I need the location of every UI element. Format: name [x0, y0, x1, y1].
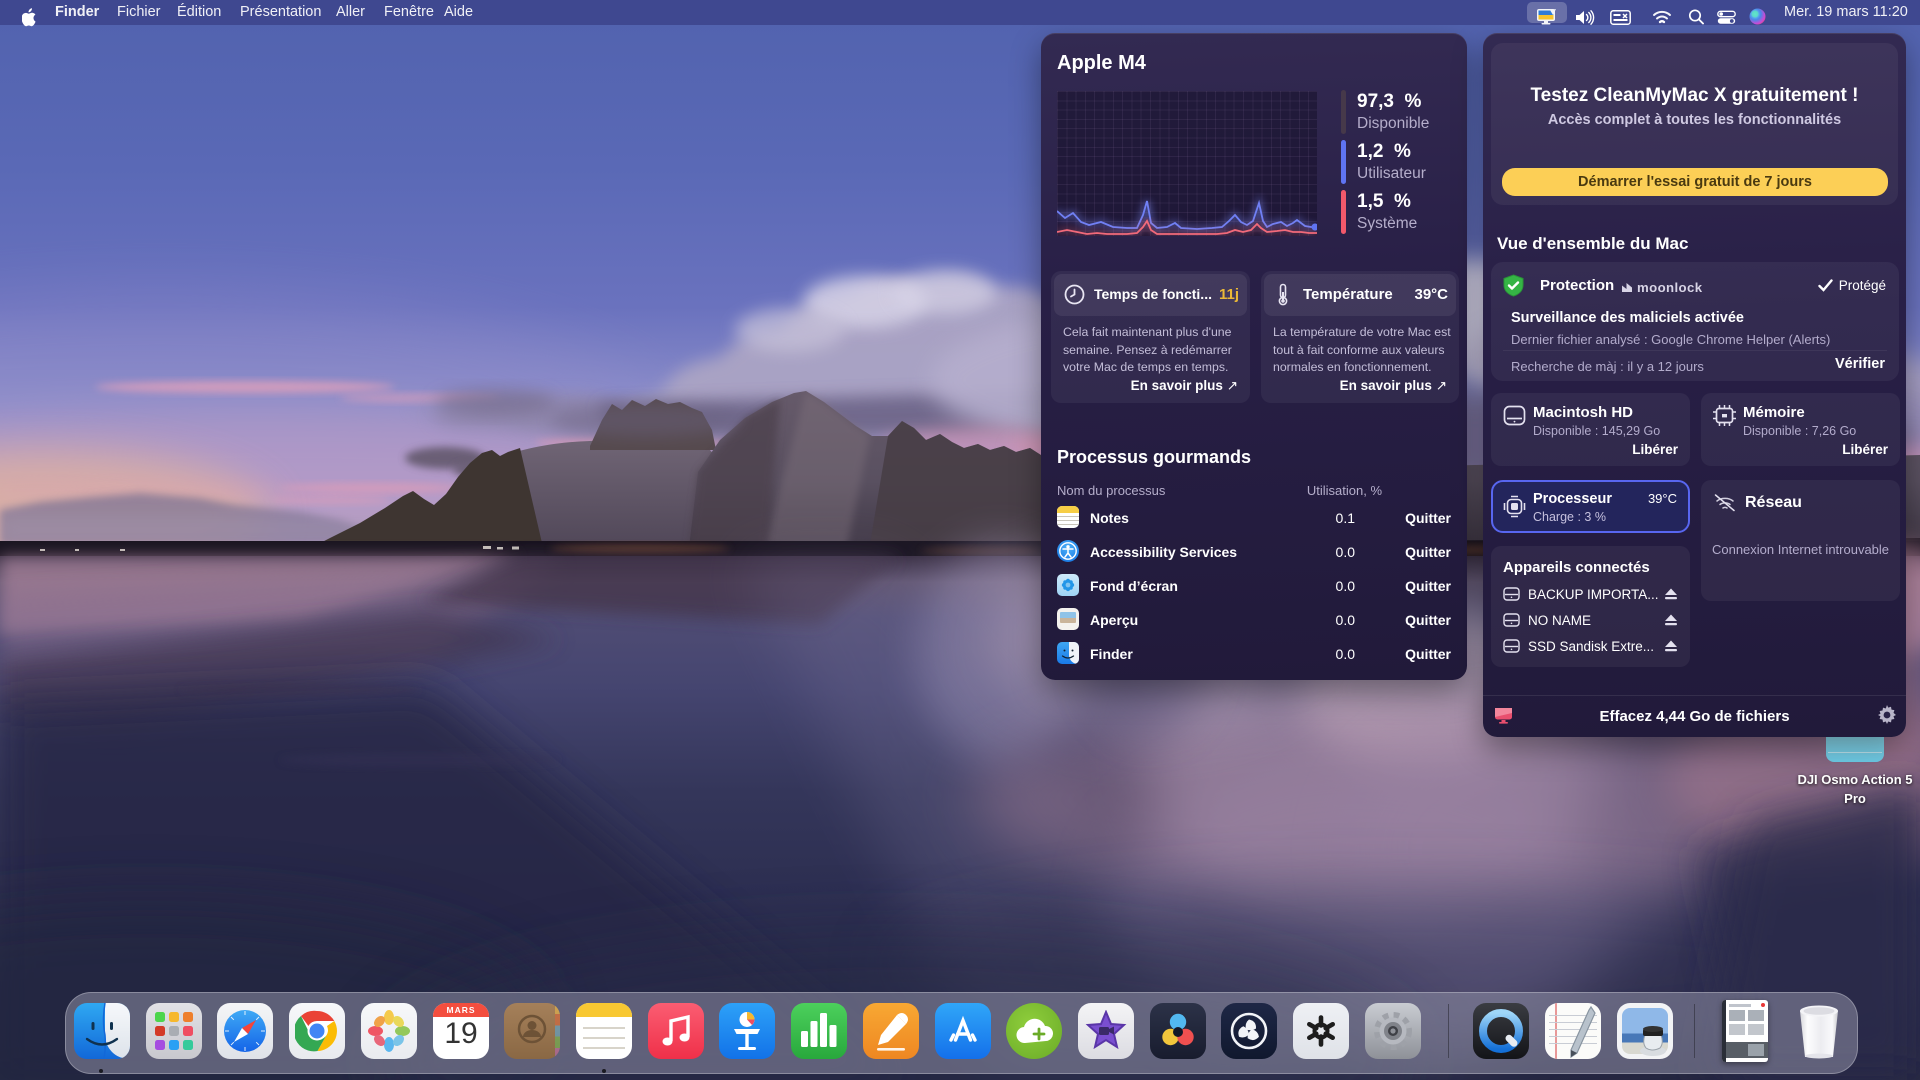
svg-text:moonlock: moonlock: [1637, 280, 1703, 295]
